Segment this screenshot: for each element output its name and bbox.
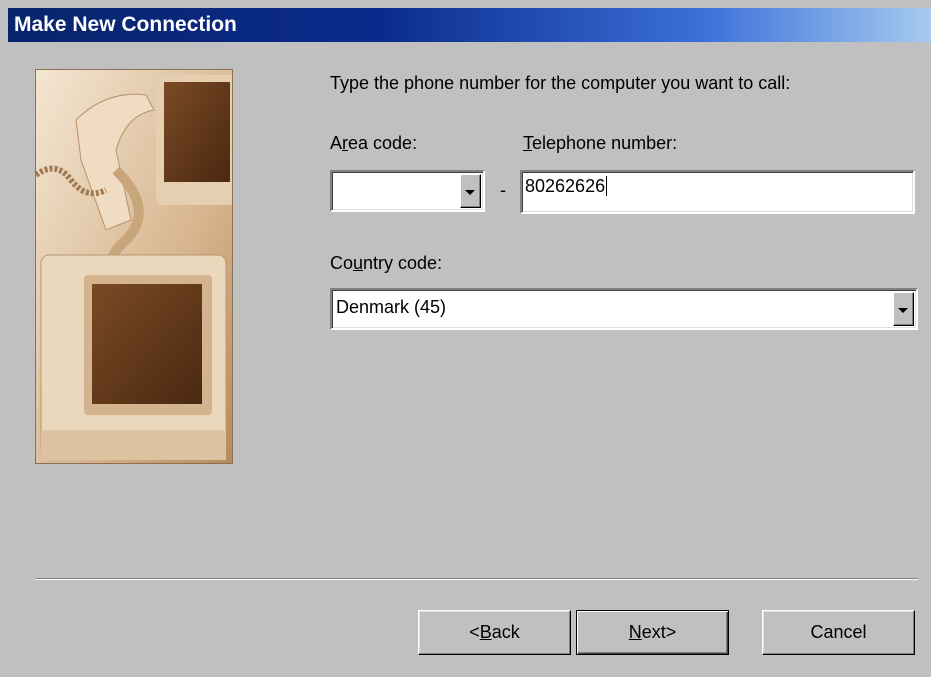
dash-separator: - — [500, 180, 506, 200]
telephone-number-label: Telephone number: — [523, 133, 678, 153]
telephone-number-value: 80262626 — [525, 176, 606, 196]
area-code-dropdown-arrow-icon[interactable] — [460, 174, 481, 208]
country-code-value: Denmark (45) — [336, 297, 447, 317]
computer-phone-illustration — [35, 69, 233, 464]
area-code-combobox[interactable] — [330, 170, 485, 212]
next-button[interactable]: Next> — [576, 610, 729, 655]
telephone-number-input[interactable]: 80262626 — [520, 170, 915, 214]
back-button[interactable]: <Back — [418, 610, 571, 655]
country-code-label: Country code: — [330, 253, 443, 273]
cancel-button[interactable]: Cancel — [762, 610, 915, 655]
next-arrow-icon: > — [665, 622, 677, 642]
title-bar: Make New Connection — [8, 8, 931, 42]
text-caret — [606, 176, 608, 196]
area-code-label: Area code: — [330, 133, 418, 153]
country-code-combobox[interactable]: Denmark (45) — [330, 288, 918, 330]
illustration-image — [36, 70, 232, 463]
separator-line — [35, 578, 918, 580]
back-arrow-icon: < — [469, 622, 480, 642]
window-title: Make New Connection — [14, 13, 237, 36]
country-code-dropdown-arrow-icon[interactable] — [893, 292, 914, 326]
instruction-text: Type the phone number for the computer y… — [330, 73, 791, 93]
